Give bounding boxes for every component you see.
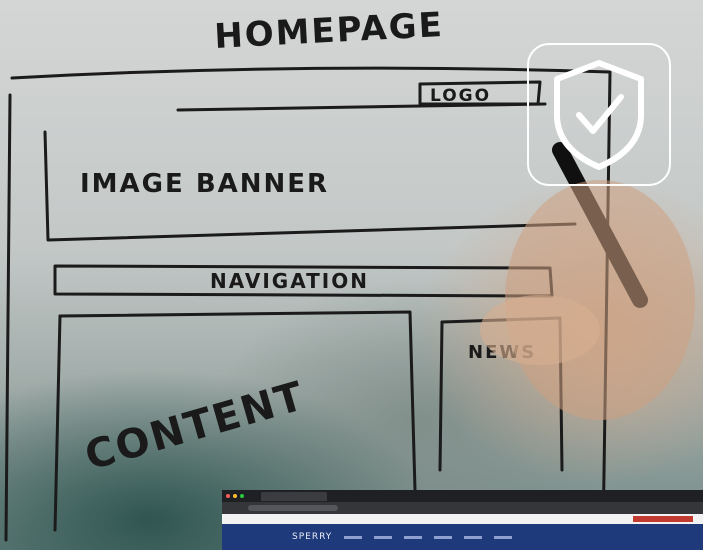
site-navigation-bar: SPERRY bbox=[222, 524, 703, 550]
shield-check-icon bbox=[554, 60, 644, 170]
site-top-strip bbox=[222, 514, 703, 524]
site-brand: SPERRY bbox=[292, 532, 333, 542]
browser-tab-bar bbox=[222, 490, 703, 502]
sketch-title: HOMEPAGE bbox=[213, 5, 444, 57]
browser-window-preview: SPERRY bbox=[222, 490, 703, 550]
hand-with-marker bbox=[480, 142, 695, 420]
sketch-navigation-label: NAVIGATION bbox=[210, 269, 369, 293]
security-badge bbox=[527, 43, 671, 186]
browser-tab bbox=[261, 491, 327, 501]
sketch-banner-label: IMAGE BANNER bbox=[80, 169, 329, 199]
sketch-content-label: CONTENT bbox=[80, 373, 310, 480]
sketch-logo-label: LOGO bbox=[430, 86, 491, 106]
browser-address-bar bbox=[222, 502, 703, 514]
